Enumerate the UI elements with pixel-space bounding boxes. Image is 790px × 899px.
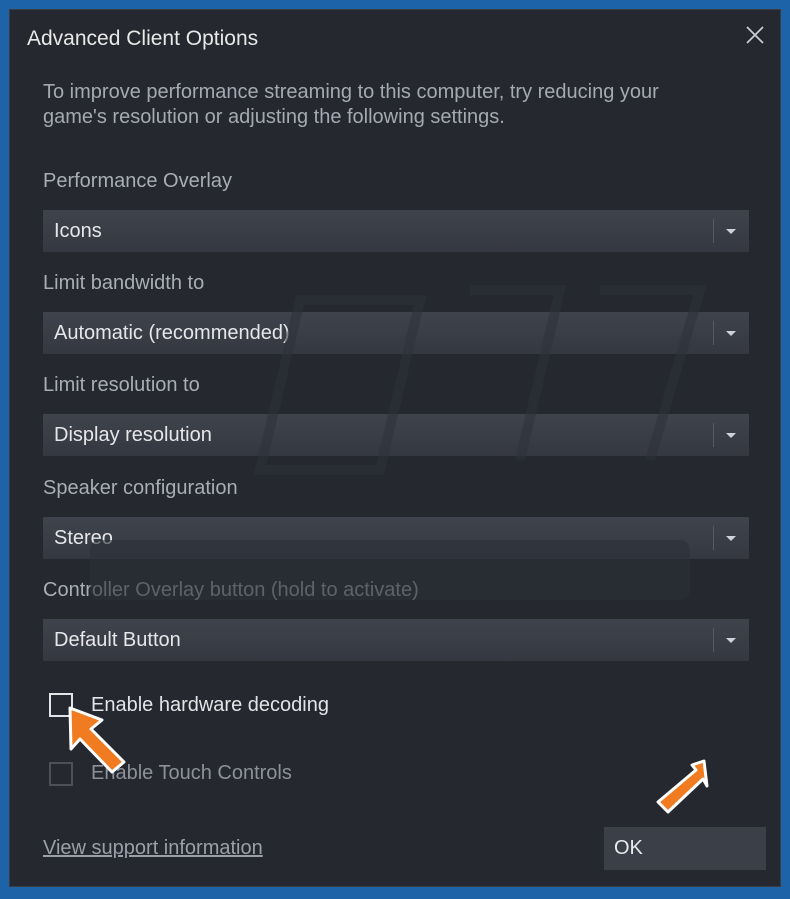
controller-overlay-dropdown[interactable]: Default Button	[43, 619, 749, 661]
limit-resolution-dropdown[interactable]: Display resolution	[43, 414, 749, 456]
limit-resolution-label: Limit resolution to	[43, 374, 200, 396]
dropdown-divider	[713, 526, 714, 550]
limit-resolution-value: Display resolution	[54, 424, 212, 446]
dropdown-divider	[713, 321, 714, 345]
ok-button[interactable]: OK	[604, 827, 766, 870]
view-support-information-link[interactable]: View support information	[43, 837, 263, 860]
touch-controls-checkbox[interactable]	[49, 762, 73, 786]
dialog-title: Advanced Client Options	[27, 27, 259, 50]
controller-overlay-value: Default Button	[54, 629, 181, 651]
controller-overlay-label: Controller Overlay button (hold to activ…	[43, 579, 419, 601]
close-button[interactable]	[742, 22, 768, 48]
limit-bandwidth-label: Limit bandwidth to	[43, 272, 205, 294]
chevron-down-icon	[726, 638, 736, 643]
limit-bandwidth-value: Automatic (recommended)	[54, 322, 290, 344]
dropdown-divider	[713, 219, 714, 243]
hardware-decoding-label[interactable]: Enable hardware decoding	[91, 694, 329, 717]
advanced-client-options-dialog: Advanced Client Options To improve perfo…	[9, 9, 781, 887]
performance-overlay-dropdown[interactable]: Icons	[43, 210, 749, 252]
dropdown-divider	[713, 423, 714, 447]
touch-controls-label[interactable]: Enable Touch Controls	[91, 762, 292, 785]
performance-overlay-label: Performance Overlay	[43, 170, 232, 192]
chevron-down-icon	[726, 433, 736, 438]
chevron-down-icon	[726, 229, 736, 234]
performance-overlay-value: Icons	[54, 220, 102, 242]
speaker-configuration-dropdown[interactable]: Stereo	[43, 517, 749, 559]
dropdown-divider	[713, 628, 714, 652]
limit-bandwidth-dropdown[interactable]: Automatic (recommended)	[43, 312, 749, 354]
speaker-configuration-value: Stereo	[54, 527, 113, 549]
close-icon	[746, 26, 764, 44]
chevron-down-icon	[726, 331, 736, 336]
chevron-down-icon	[726, 536, 736, 541]
hardware-decoding-checkbox[interactable]	[49, 693, 73, 717]
speaker-configuration-label: Speaker configuration	[43, 477, 238, 499]
dialog-description: To improve performance streaming to this…	[43, 81, 659, 128]
